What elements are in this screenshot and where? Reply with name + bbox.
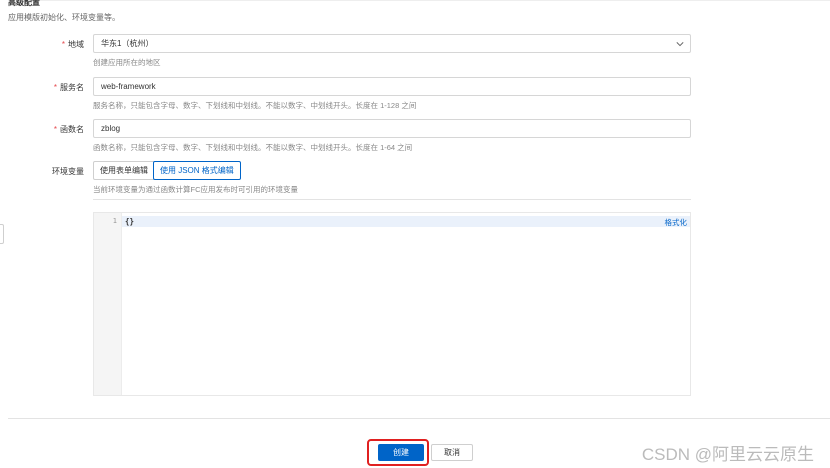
watermark: CSDN @阿里云云原生 xyxy=(641,445,814,464)
footer-divider xyxy=(8,418,830,419)
editor-content[interactable]: {} xyxy=(125,217,134,226)
region-select[interactable]: 华东1（杭州） xyxy=(93,34,691,53)
service-hint: 服务名称，只能包含字母、数字、下划线和中划线。不能以数字、中划线开头。长度在 1… xyxy=(93,101,417,110)
required-mark: * xyxy=(61,40,65,49)
function-name-input[interactable]: zblog xyxy=(93,119,691,138)
required-mark: * xyxy=(53,83,57,92)
region-label: * 地域 xyxy=(62,39,84,50)
line-number: 1 xyxy=(112,217,117,225)
required-mark: * xyxy=(53,125,57,134)
service-label-text: 服务名 xyxy=(60,83,84,92)
json-editor[interactable]: 1 {} 格式化 xyxy=(93,212,691,396)
service-name-value: web-framework xyxy=(101,82,156,91)
format-button[interactable]: 格式化 xyxy=(665,217,688,228)
create-button[interactable]: 创建 xyxy=(378,444,424,461)
service-label: * 服务名 xyxy=(54,82,84,93)
function-name-value: zblog xyxy=(101,124,121,133)
function-label-text: 函数名 xyxy=(60,125,84,134)
section-title: 高级配置 xyxy=(8,0,40,7)
tab-form-edit[interactable]: 使用表单编辑 xyxy=(93,161,155,180)
active-line-highlight xyxy=(122,216,690,227)
side-collapse-handle[interactable] xyxy=(0,224,4,244)
section-subtitle: 应用模版初始化、环境变量等。 xyxy=(8,13,120,22)
function-hint: 函数名称，只能包含字母、数字、下划线和中划线。不能以数字、中划线开头。长度在 1… xyxy=(93,143,413,152)
cancel-button[interactable]: 取消 xyxy=(431,444,473,461)
region-hint: 创建应用所在的地区 xyxy=(93,58,161,67)
region-label-text: 地域 xyxy=(68,40,84,49)
chevron-down-icon xyxy=(676,42,684,47)
env-label: 环境变量 xyxy=(52,167,84,176)
region-select-value: 华东1（杭州） xyxy=(101,39,154,48)
service-name-input[interactable]: web-framework xyxy=(93,77,691,96)
env-hint: 当前环境变量为通过函数计算FC应用发布时可引用的环境变量 xyxy=(93,185,298,194)
top-divider xyxy=(8,0,830,1)
env-divider xyxy=(93,199,691,200)
tab-json-edit[interactable]: 使用 JSON 格式编辑 xyxy=(153,161,241,180)
function-label: * 函数名 xyxy=(54,124,84,135)
editor-gutter: 1 xyxy=(94,213,122,395)
